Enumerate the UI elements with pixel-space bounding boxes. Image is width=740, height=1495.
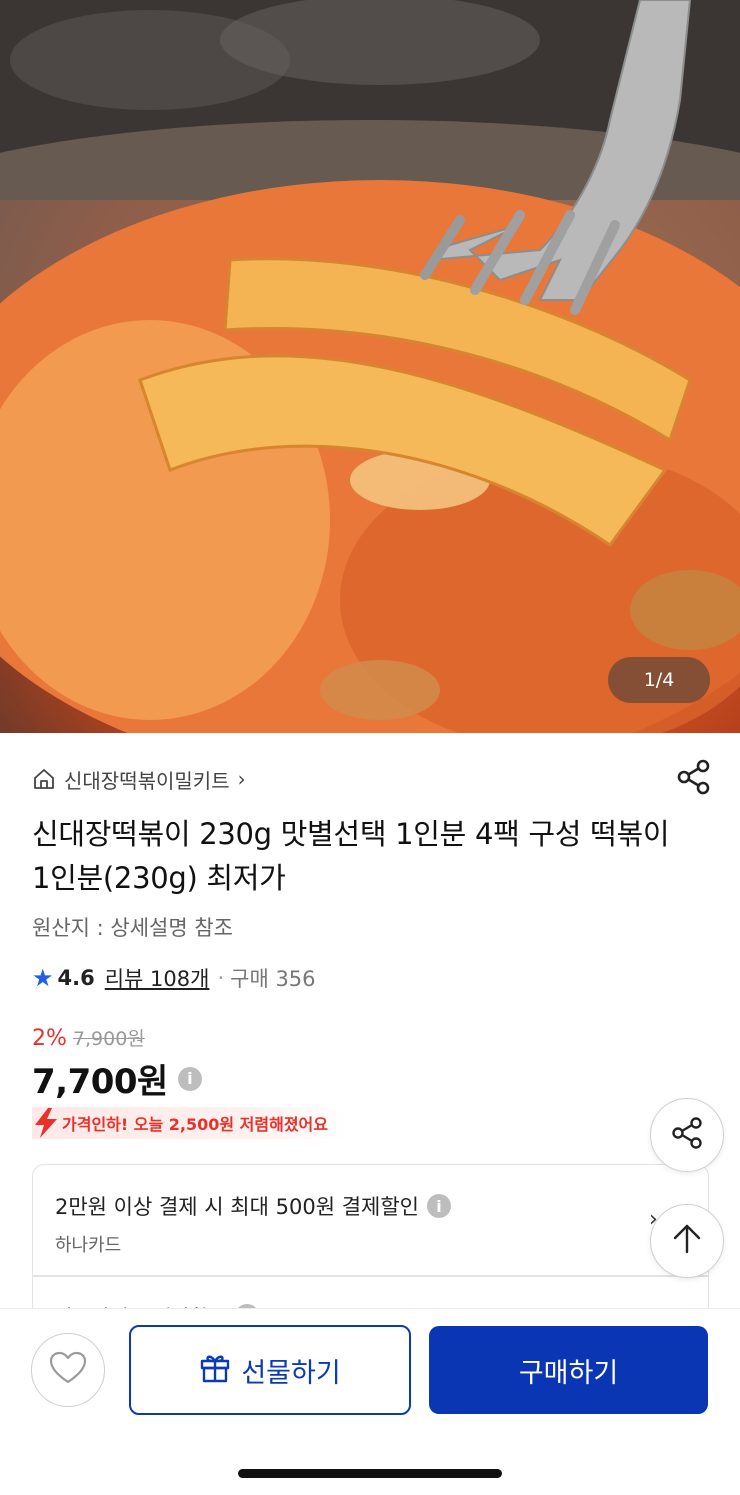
- price-info-icon[interactable]: i: [177, 1066, 202, 1091]
- store-name: 신대장떡볶이밀키트: [64, 768, 230, 793]
- rating-score: 4.6: [57, 966, 95, 990]
- lightning-icon: [32, 1107, 60, 1139]
- gift-button[interactable]: 선물하기: [129, 1325, 411, 1415]
- benefit-item: 2만원 이상 결제 시 최대 500원 결제할인 i 하나카드: [55, 1191, 451, 1257]
- benefit-info-icon[interactable]: i: [426, 1194, 451, 1218]
- product-title: 신대장떡볶이 230g 맛별선택 1인분 4팩 구성 떡볶이 1인분(230g)…: [32, 817, 670, 895]
- gift-icon: [199, 1351, 231, 1390]
- scroll-top-button[interactable]: [650, 1204, 724, 1278]
- floating-share-button[interactable]: [650, 1098, 724, 1172]
- tteokbokki-illustration: [0, 0, 740, 733]
- home-icon: [32, 767, 56, 791]
- share-button[interactable]: [674, 759, 714, 799]
- price-drop-badge: 가격인하! 오늘 2,500원 저렴해졌어요: [32, 1107, 348, 1139]
- rating-row: ★ 4.6 리뷰 108개 · 구매 356: [32, 962, 316, 994]
- divider: [33, 1275, 708, 1277]
- payment-benefit-card[interactable]: 2만원 이상 결제 시 최대 500원 결제할인 i 하나카드 › 카드사별 무…: [32, 1164, 709, 1324]
- image-counter: 1/4: [608, 657, 710, 703]
- sale-price: 7,700원: [32, 1062, 168, 1102]
- review-link[interactable]: 리뷰 108개: [105, 963, 210, 993]
- separator-dot: ·: [217, 966, 225, 990]
- product-image[interactable]: 1/4: [0, 0, 740, 733]
- discount-row: 2% 7,900원: [32, 1024, 145, 1051]
- benefit-card-name: 하나카드: [55, 1235, 122, 1256]
- bottom-action-bar: 선물하기 구매하기: [0, 1308, 740, 1495]
- share-icon: [676, 759, 712, 799]
- original-price: 7,900원: [72, 1028, 145, 1050]
- store-link[interactable]: 신대장떡볶이밀키트 ›: [32, 764, 246, 794]
- benefit-title: 2만원 이상 결제 시 최대 500원 결제할인: [55, 1195, 419, 1219]
- price-row: 7,700원 i: [32, 1054, 202, 1103]
- discount-rate: 2%: [32, 1026, 67, 1051]
- origin-info: 원산지 : 상세설명 참조: [32, 916, 233, 940]
- star-icon: ★: [32, 964, 54, 992]
- benefit-title-row: 2만원 이상 결제 시 최대 500원 결제할인 i: [55, 1191, 451, 1221]
- wishlist-button[interactable]: [31, 1333, 105, 1407]
- home-indicator: [238, 1469, 502, 1478]
- heart-icon: [49, 1351, 87, 1389]
- share-icon: [669, 1115, 705, 1155]
- gift-button-label: 선물하기: [241, 1357, 341, 1389]
- arrow-up-icon: [670, 1222, 704, 1260]
- price-drop-text: 가격인하! 오늘 2,500원 저렴해졌어요: [62, 1115, 328, 1134]
- chevron-right-icon: ›: [237, 767, 246, 791]
- buy-button[interactable]: 구매하기: [429, 1326, 708, 1414]
- purchase-count: 구매 356: [230, 967, 316, 991]
